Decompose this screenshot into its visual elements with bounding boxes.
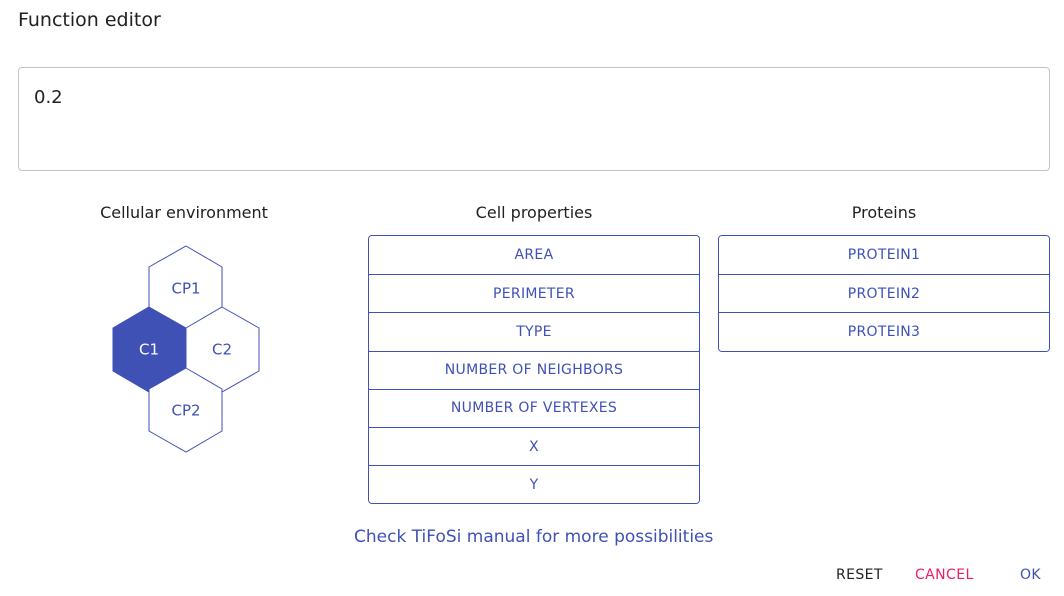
reset-button[interactable]: RESET <box>836 567 883 583</box>
manual-link[interactable]: Check TiFoSi manual for more possibiliti… <box>354 527 714 547</box>
proteins-title: Proteins <box>851 203 917 222</box>
hex-label-cp2: CP2 <box>171 402 200 420</box>
cell-property-y[interactable]: Y <box>369 465 699 504</box>
ok-button[interactable]: OK <box>1020 567 1041 583</box>
function-editor-dialog: Function editor Cellular environment Cel… <box>0 0 1064 596</box>
hex-label-cp1: CP1 <box>171 280 200 298</box>
proteins-list: PROTEIN1 PROTEIN2 PROTEIN3 <box>718 235 1050 352</box>
cell-property-perimeter[interactable]: PERIMETER <box>369 274 699 313</box>
cell-property-x[interactable]: X <box>369 426 699 466</box>
cell-property-area[interactable]: AREA <box>369 236 699 275</box>
hex-label-c1: C1 <box>139 341 159 359</box>
cell-property-number-of-neighbors[interactable]: NUMBER OF NEIGHBORS <box>369 350 699 389</box>
function-input[interactable] <box>18 67 1050 171</box>
hex-label-c2: C2 <box>212 341 232 359</box>
cellular-environment-hexes: CP1 C1 C2 CP2 <box>100 242 270 454</box>
cell-properties-list: AREA PERIMETER TYPE NUMBER OF NEIGHBORS … <box>368 235 700 505</box>
dialog-title: Function editor <box>18 9 161 31</box>
cell-property-type[interactable]: TYPE <box>369 312 699 351</box>
cell-properties-title: Cell properties <box>475 203 593 222</box>
protein-item-1[interactable]: PROTEIN1 <box>719 236 1049 275</box>
protein-item-3[interactable]: PROTEIN3 <box>719 312 1049 351</box>
environment-title: Cellular environment <box>100 203 268 222</box>
protein-item-2[interactable]: PROTEIN2 <box>719 274 1049 313</box>
cancel-button[interactable]: CANCEL <box>915 567 974 583</box>
cell-property-number-of-vertexes[interactable]: NUMBER OF VERTEXES <box>369 388 699 427</box>
